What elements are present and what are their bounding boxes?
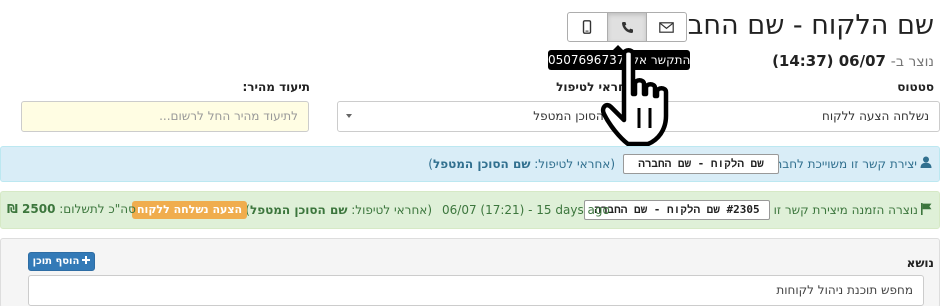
subject-label: נושא: [906, 256, 934, 270]
assignee-name: שם הסוכן המטפל: [432, 157, 531, 171]
flag-icon: [921, 203, 932, 215]
add-content-button[interactable]: הוסף תוכן: [28, 252, 95, 271]
phone-icon: [621, 21, 633, 33]
plus-icon: [82, 253, 91, 270]
email-button[interactable]: [646, 12, 688, 42]
add-content-label: הוסף תוכן: [32, 256, 80, 267]
contact-tag[interactable]: שם הלקוח - שם החברה: [623, 154, 779, 174]
assignee-chevron-icon: [346, 114, 352, 118]
quick-note-input[interactable]: לתיעוד מהיר החל לרשום...: [21, 101, 309, 132]
order-bar-prefix: נוצרה הזמנה מיצירת קשר זו: [773, 203, 918, 217]
assignee-prefix: (אחראי לטיפול:: [534, 157, 615, 171]
envelope-icon: [659, 21, 674, 33]
created-label: נוצר ב-: [890, 54, 934, 70]
contact-bar-prefix: יצירת קשר זו משוייכת לחבר: [775, 157, 917, 171]
contact-bar-assignee: (אחראי לטיפול: שם הסוכן המטפל): [428, 157, 615, 171]
status-label: סטטוס: [897, 80, 934, 94]
assignee-select[interactable]: שם הסוכן המטפל: [337, 101, 635, 132]
order-total: סה"כ לתשלום: 2500 ₪: [7, 202, 136, 216]
hand-cursor-icon: [600, 48, 669, 147]
total-label: סה"כ לתשלום:: [59, 202, 136, 216]
created-value: 06/07 (14:37): [772, 52, 886, 70]
phone-button[interactable]: [606, 12, 648, 42]
order-date: 06/07 (17:21) - 15 days ago: [442, 203, 610, 217]
quick-note-label: תיעוד מהיר:: [242, 80, 310, 94]
status-badge: הצעה נשלחה ללקוח: [132, 201, 248, 219]
mobile-icon: [583, 20, 592, 34]
order-assignee: (אחראי לטיפול: שם הסוכן המטפל): [245, 203, 432, 217]
created-info: נוצר ב- 06/07 (14:37): [772, 52, 934, 70]
order-assignee-name: שם הסוכן המטפל: [249, 203, 348, 217]
order-tag[interactable]: #2305 שם הלקוח - שם החברה: [584, 200, 770, 220]
total-value: 2500 ₪: [7, 202, 56, 216]
subject-input[interactable]: מחפש תוכנת ניהול לקוחות: [28, 275, 924, 306]
mobile-button[interactable]: [567, 12, 608, 42]
order-bar: נוצרה הזמנה מיצירת קשר זו #2305 שם הלקוח…: [0, 191, 940, 229]
contact-button-group: [567, 12, 688, 42]
contact-assignment-bar: יצירת קשר זו משוייכת לחבר שם הלקוח - שם …: [0, 146, 940, 182]
user-icon: [920, 156, 932, 168]
quick-note-placeholder: לתיעוד מהיר החל לרשום...: [159, 109, 298, 123]
page-title: שם הלקוח - שם החברה: [654, 10, 934, 41]
order-assignee-prefix: (אחראי לטיפול:: [351, 203, 432, 217]
subject-value: מחפש תוכנת ניהול לקוחות: [776, 283, 913, 297]
status-select-value: נשלחה הצעה ללקוח: [821, 109, 929, 123]
